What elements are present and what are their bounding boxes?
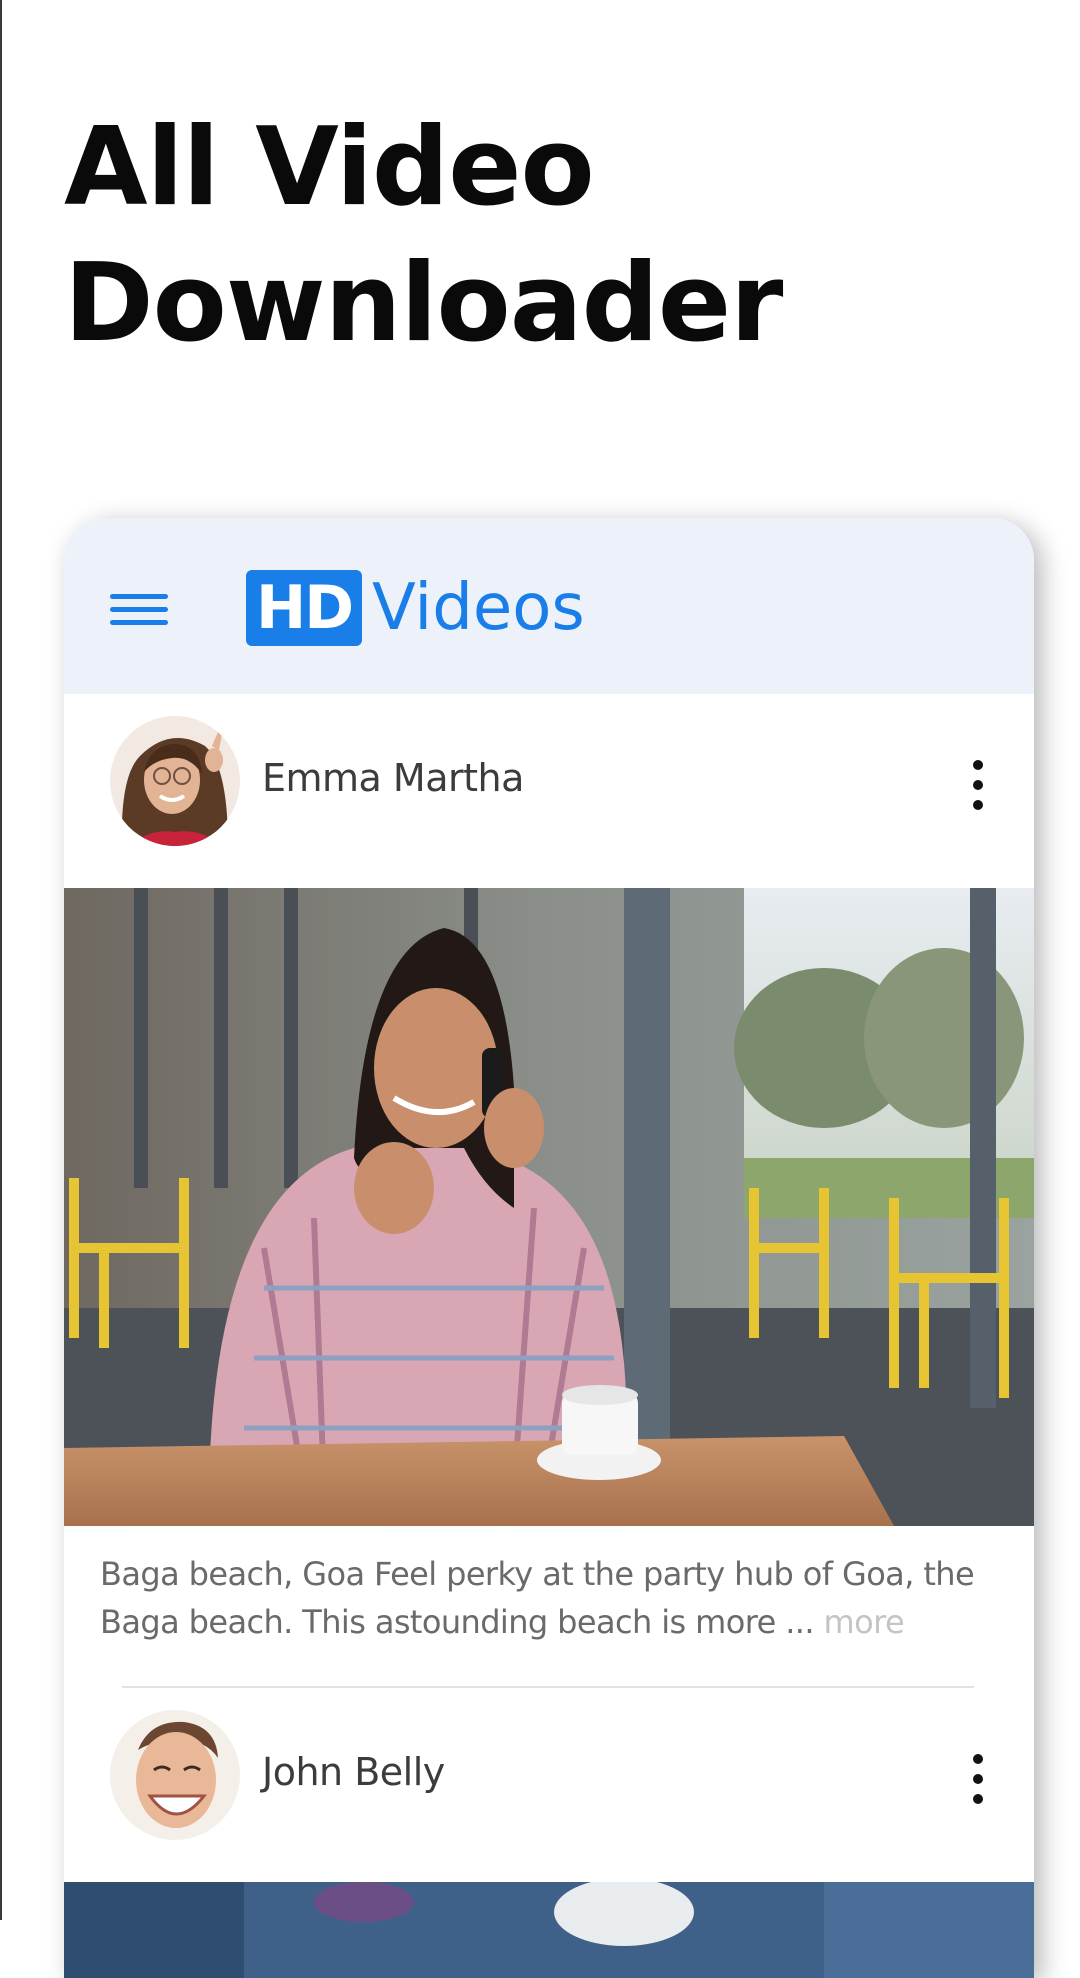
page-headline: All Video Downloader xyxy=(64,100,783,372)
app-bar: HD Videos xyxy=(64,518,1034,694)
phone-mockup: HD Videos Emma Martha Baga beach, Goa Fe… xyxy=(64,518,1034,1978)
post-author-name[interactable]: John Belly xyxy=(262,1750,445,1794)
read-more-link[interactable]: more xyxy=(824,1603,905,1641)
logo-text: Videos xyxy=(372,571,585,645)
more-vertical-icon[interactable] xyxy=(968,1752,988,1808)
more-vertical-icon[interactable] xyxy=(968,758,988,814)
logo-hd-badge: HD xyxy=(246,570,363,646)
screen-edge-line xyxy=(0,0,2,1920)
headline-line-1: All Video xyxy=(64,105,595,230)
post-header: John Belly xyxy=(64,1688,1034,1840)
headline-line-2: Downloader xyxy=(64,241,783,366)
hamburger-menu-icon[interactable] xyxy=(110,590,168,630)
avatar[interactable] xyxy=(110,716,240,846)
avatar[interactable] xyxy=(110,1710,240,1840)
app-logo: HD Videos xyxy=(246,570,585,646)
post-caption: Baga beach, Goa Feel perky at the party … xyxy=(100,1550,1020,1646)
post-image[interactable] xyxy=(64,888,1034,1526)
post-author-name[interactable]: Emma Martha xyxy=(262,756,524,800)
post-header: Emma Martha xyxy=(64,694,1034,846)
post-image[interactable] xyxy=(64,1882,1034,1978)
